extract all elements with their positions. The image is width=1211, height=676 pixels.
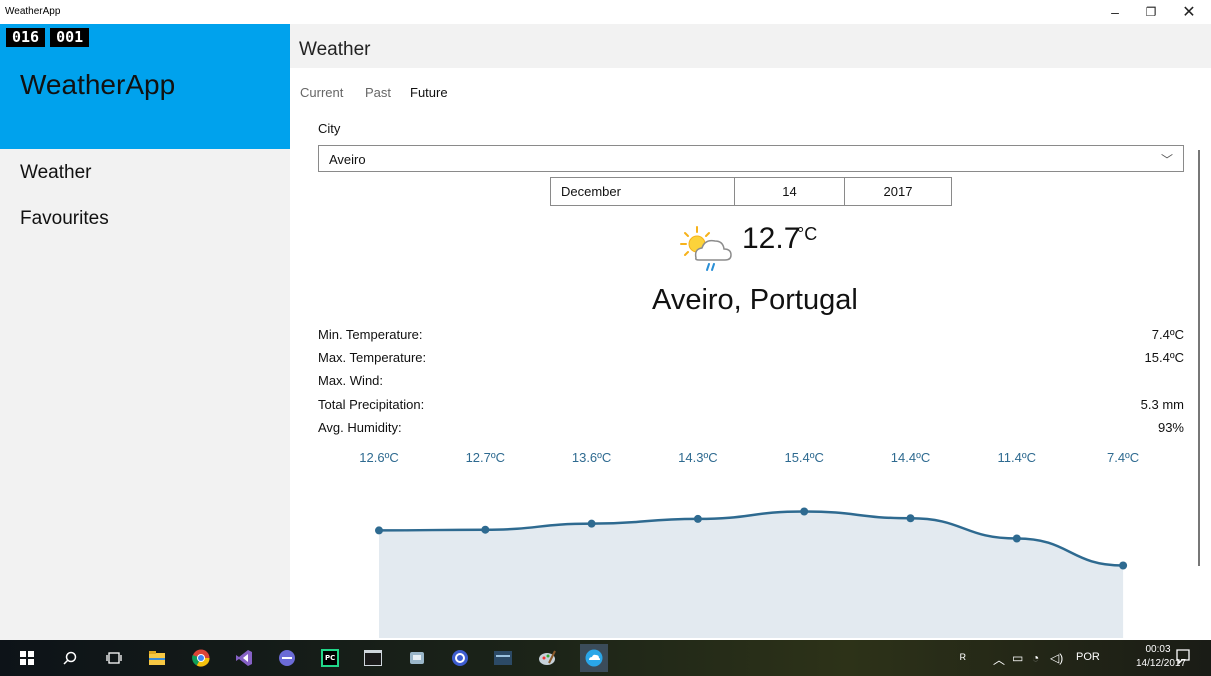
volume-icon[interactable]: ◁) bbox=[1050, 651, 1063, 665]
vertical-scrollbar[interactable] bbox=[1198, 150, 1200, 566]
stat-label: Max. Wind: bbox=[318, 373, 384, 388]
search-icon[interactable] bbox=[60, 648, 80, 668]
nav-pane: 016 001 WeatherApp Weather Favourites bbox=[0, 24, 290, 640]
visual-studio-icon[interactable] bbox=[234, 648, 254, 668]
app-name: WeatherApp bbox=[20, 69, 176, 100]
location-name: Aveiro, Portugal bbox=[652, 284, 858, 316]
app-icon[interactable] bbox=[407, 648, 427, 668]
city-select-value: Aveiro bbox=[329, 152, 366, 167]
stat-value: 7.4ºC bbox=[1151, 327, 1184, 342]
chart-point bbox=[1119, 561, 1128, 570]
wifi-icon[interactable]: ◔ bbox=[1032, 651, 1039, 665]
tab-future[interactable]: Future bbox=[410, 85, 448, 100]
nav-item-favourites[interactable]: Favourites bbox=[20, 208, 109, 230]
chart-data-label: 11.4ºC bbox=[998, 450, 1036, 465]
chart-point bbox=[693, 514, 702, 523]
close-icon[interactable]: ✕ bbox=[1171, 0, 1207, 24]
chart-data-label: 15.4ºC bbox=[784, 450, 823, 465]
date-day[interactable]: 14 bbox=[735, 178, 845, 205]
chart-data-label: 13.6ºC bbox=[572, 450, 611, 465]
weather-app-icon[interactable] bbox=[580, 644, 608, 672]
chart-point bbox=[375, 526, 383, 535]
minimize-icon[interactable]: – bbox=[1097, 0, 1133, 24]
chart-point bbox=[587, 519, 596, 528]
nav-pane-header: 016 001 WeatherApp bbox=[0, 24, 290, 149]
restore-icon[interactable]: ❐ bbox=[1133, 0, 1169, 24]
chart-point bbox=[1012, 534, 1021, 543]
chevron-up-icon[interactable]: ︿ bbox=[993, 651, 1005, 668]
date-month[interactable]: December bbox=[551, 178, 735, 205]
taskbar: PC ᴿ ︿ ▭ ◔ ◁) POR 00:03 14/12/2017 bbox=[0, 640, 1211, 676]
stat-value: 5.3 mm bbox=[1140, 397, 1184, 412]
svg-text:PC: PC bbox=[325, 654, 335, 662]
chart-point bbox=[800, 507, 809, 516]
system-clock[interactable]: 00:03 14/12/2017 bbox=[1136, 643, 1187, 671]
terminal-icon[interactable] bbox=[363, 648, 383, 668]
stat-label: Total Precipitation: bbox=[318, 397, 425, 412]
battery-icon[interactable]: ▭ bbox=[1012, 651, 1023, 665]
partly-cloudy-rain-icon bbox=[680, 226, 732, 271]
city-select[interactable]: Aveiro ﹀ bbox=[318, 145, 1184, 172]
tab-past[interactable]: Past bbox=[365, 85, 391, 100]
app-icon[interactable] bbox=[277, 648, 297, 668]
page-title: Weather bbox=[299, 39, 371, 60]
app-icon[interactable] bbox=[450, 648, 470, 668]
counter-value: 016 bbox=[6, 28, 46, 47]
chart-point bbox=[481, 525, 490, 534]
tab-current[interactable]: Current bbox=[300, 85, 343, 100]
chart-point bbox=[906, 514, 915, 523]
nav-item-weather[interactable]: Weather bbox=[20, 162, 91, 184]
chart-data-label: 12.7ºC bbox=[466, 450, 505, 465]
chevron-down-icon: ﹀ bbox=[1160, 153, 1173, 167]
temperature-unit: °C bbox=[797, 224, 818, 244]
pycharm-icon[interactable]: PC bbox=[320, 648, 340, 668]
date-picker[interactable]: December 14 2017 bbox=[550, 177, 952, 206]
stat-value: 93% bbox=[1157, 420, 1184, 435]
windows-start-icon[interactable] bbox=[17, 648, 37, 668]
stat-value: 15.4ºC bbox=[1144, 350, 1184, 365]
task-view-icon[interactable] bbox=[104, 648, 124, 668]
frame-counter: 016 001 bbox=[6, 28, 90, 47]
people-icon[interactable]: ᴿ bbox=[960, 651, 966, 666]
app-icon[interactable] bbox=[493, 648, 513, 668]
paint-icon[interactable] bbox=[537, 648, 557, 668]
chart-data-label: 12.6ºC bbox=[359, 450, 398, 465]
page-header: Weather bbox=[290, 24, 1211, 68]
city-label: City bbox=[318, 121, 341, 136]
counter-value: 001 bbox=[50, 28, 90, 47]
chrome-icon[interactable] bbox=[191, 648, 211, 668]
language-indicator[interactable]: POR bbox=[1076, 651, 1100, 663]
chart-data-label: 7.4ºC bbox=[1107, 450, 1139, 465]
clock-time: 00:03 bbox=[1145, 644, 1171, 655]
window-title: WeatherApp bbox=[5, 6, 61, 17]
stat-label: Min. Temperature: bbox=[318, 327, 423, 342]
current-temperature: 12.7 bbox=[742, 222, 801, 255]
notifications-icon[interactable] bbox=[1176, 649, 1190, 668]
app-window: WeatherApp – ❐ ✕ 016 001 WeatherApp Weat… bbox=[0, 0, 1211, 676]
stat-label: Max. Temperature: bbox=[318, 350, 427, 365]
chart-data-label: 14.3ºC bbox=[678, 450, 717, 465]
stat-label: Avg. Humidity: bbox=[318, 420, 402, 435]
file-explorer-icon[interactable] bbox=[147, 648, 167, 668]
clock-date: 14/12/2017 bbox=[1136, 658, 1187, 669]
date-year[interactable]: 2017 bbox=[845, 178, 951, 205]
title-bar: WeatherApp – ❐ ✕ bbox=[0, 0, 1211, 24]
hourly-temperature-chart: 12.6ºC 12.7ºC 13.6ºC 14.3ºC 15.4ºC 14.4ºC 11.4… bbox=[359, 450, 1139, 638]
chart-data-label: 14.4ºC bbox=[891, 450, 930, 465]
